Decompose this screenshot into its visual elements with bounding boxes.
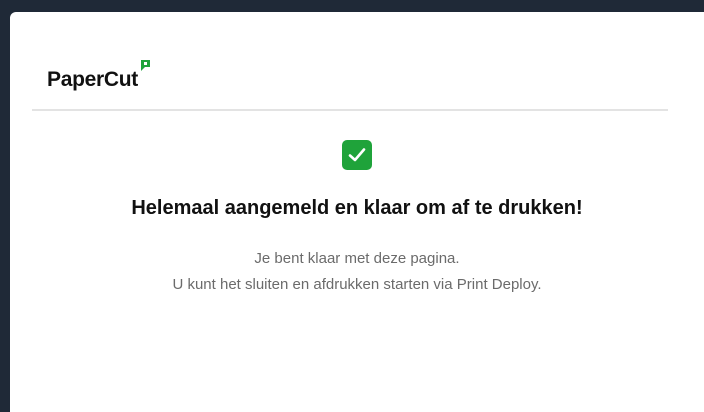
logo-text: PaperCut xyxy=(47,68,138,91)
status-title: Helemaal aangemeld en klaar om af te dru… xyxy=(131,197,583,219)
logo-mark-icon xyxy=(138,60,152,90)
header: PaperCut xyxy=(32,46,668,111)
status-message: Je bent klaar met deze pagina. U kunt he… xyxy=(10,246,704,298)
check-icon xyxy=(342,140,372,170)
page-window: PaperCut Helemaal aangemeld en klaar om … xyxy=(10,12,704,412)
papercut-logo: PaperCut xyxy=(47,60,152,90)
status-message-line-1: Je bent klaar met deze pagina. xyxy=(254,250,460,267)
status-panel: Helemaal aangemeld en klaar om af te dru… xyxy=(10,140,704,298)
status-message-line-2: U kunt het sluiten en afdrukken starten … xyxy=(172,276,542,293)
